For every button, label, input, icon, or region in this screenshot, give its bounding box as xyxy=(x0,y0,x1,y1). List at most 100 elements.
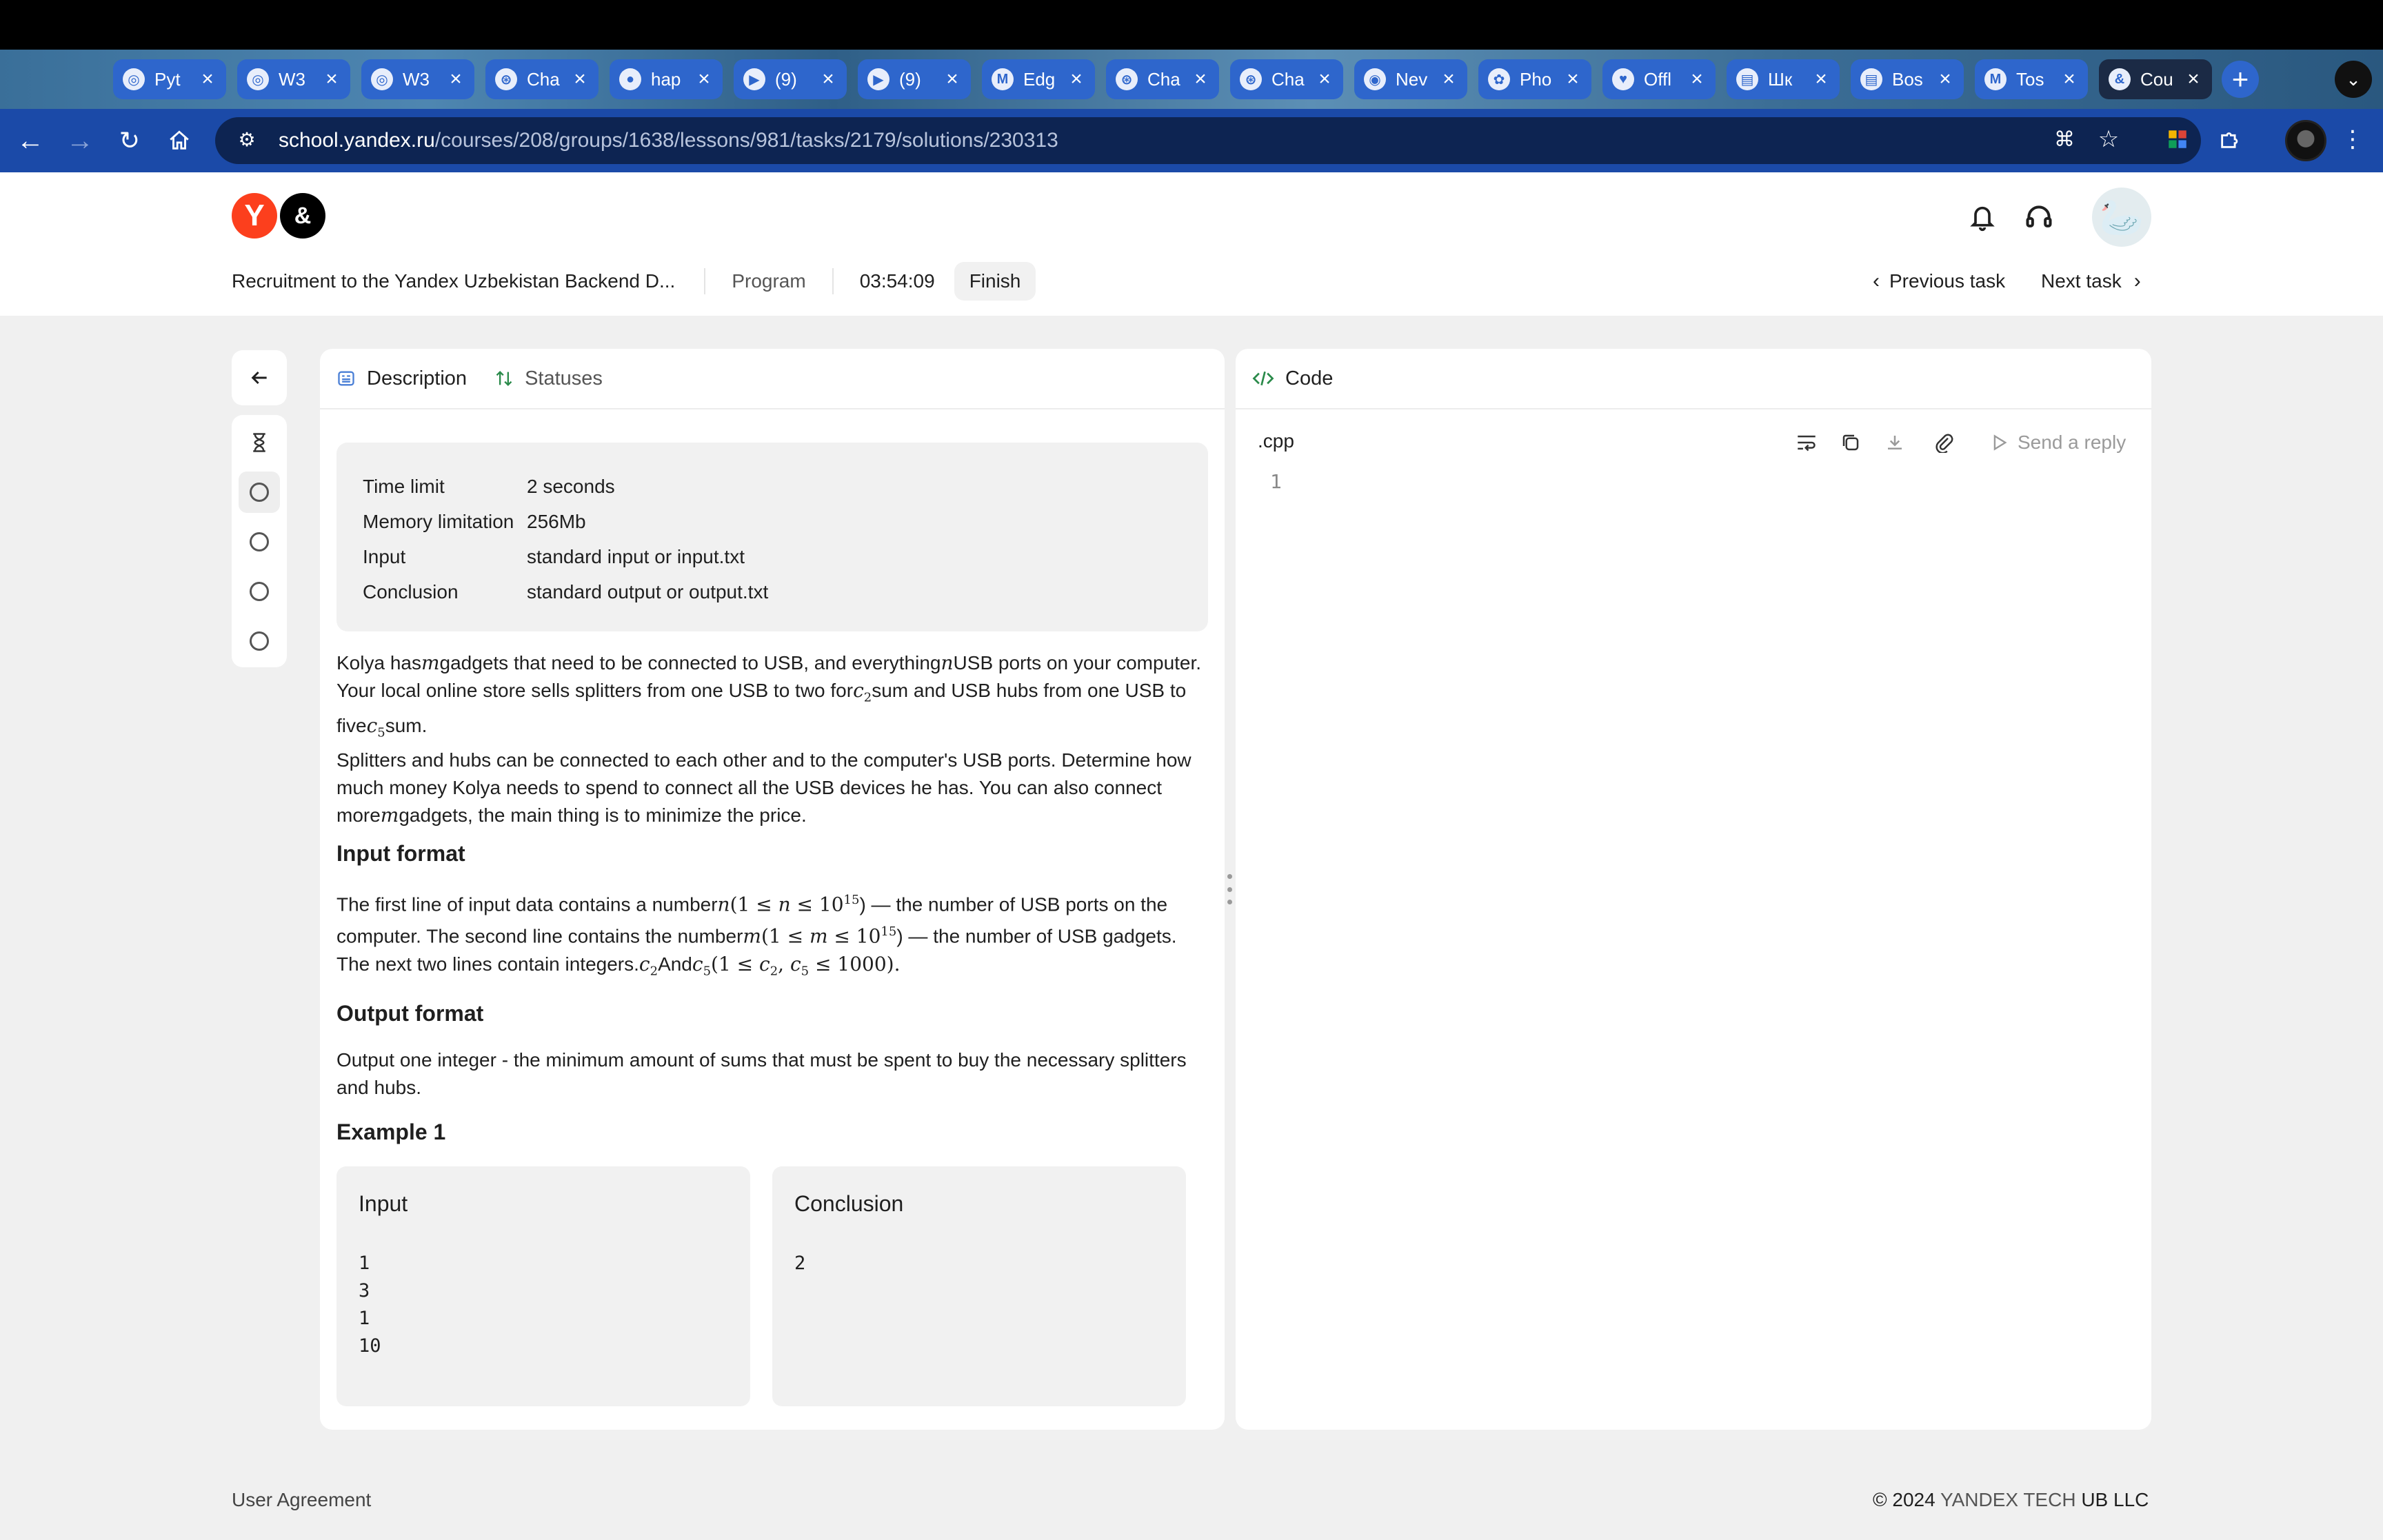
close-tab-icon[interactable]: × xyxy=(1564,68,1582,91)
course-title[interactable]: Recruitment to the Yandex Uzbekistan Bac… xyxy=(232,270,675,292)
input-format-text: The first line of input data contains a … xyxy=(336,886,1212,985)
home-icon[interactable] xyxy=(163,124,196,157)
math-var: c xyxy=(366,713,378,737)
code-panel: Code .cpp Send a reply 1 xyxy=(1236,349,2151,1430)
previous-task-button[interactable]: ‹ Previous task xyxy=(1873,262,2005,301)
browser-tab[interactable]: ● hap × xyxy=(610,59,723,99)
limit-row: Input standard input or input.txt xyxy=(363,539,1182,574)
browser-tab[interactable]: ◎ W3 × xyxy=(237,59,350,99)
bookmark-star-icon[interactable]: ☆ xyxy=(2092,123,2125,156)
browser-tab[interactable]: ▶ (9) × xyxy=(734,59,847,99)
youtube-icon: ▶ xyxy=(867,68,889,90)
browser-tab[interactable]: M Edg × xyxy=(982,59,1095,99)
notifications-bell-icon[interactable] xyxy=(1964,199,2001,236)
close-tab-icon[interactable]: × xyxy=(1936,68,1954,91)
new-tab-button[interactable]: + xyxy=(2222,61,2259,98)
task-status-1[interactable] xyxy=(239,472,280,513)
close-tab-icon[interactable]: × xyxy=(2184,68,2202,91)
profile-avatar[interactable] xyxy=(2285,120,2326,161)
math-sub: 2 xyxy=(863,690,872,705)
example-input-code[interactable]: 1 3 1 10 xyxy=(359,1250,728,1360)
browser-tab[interactable]: ◎ W3 × xyxy=(361,59,474,99)
browser-tab[interactable]: ⊛ Cha × xyxy=(1106,59,1219,99)
browser-tab[interactable]: ◉ Nev × xyxy=(1354,59,1467,99)
program-link[interactable]: Program xyxy=(732,270,805,292)
close-tab-icon[interactable]: × xyxy=(199,68,217,91)
close-tab-icon[interactable]: × xyxy=(695,68,713,91)
close-tab-icon[interactable]: × xyxy=(819,68,837,91)
close-tab-icon[interactable]: × xyxy=(1316,68,1334,91)
browser-menu-icon[interactable]: ⋮ xyxy=(2336,123,2369,156)
next-task-label: Next task xyxy=(2041,270,2122,292)
close-tab-icon[interactable]: × xyxy=(1812,68,1830,91)
word-wrap-icon[interactable] xyxy=(1793,429,1820,456)
math-var: m xyxy=(743,924,761,948)
statement-text: Kolya has xyxy=(336,652,421,673)
close-tab-icon[interactable]: × xyxy=(1192,68,1209,91)
play-icon xyxy=(1991,434,2008,452)
reload-icon[interactable]: ↻ xyxy=(113,124,146,157)
code-editor[interactable] xyxy=(1305,466,2132,1410)
browser-tab[interactable]: ▤ Шк × xyxy=(1727,59,1840,99)
user-avatar[interactable]: 🦢 xyxy=(2092,188,2151,247)
browser-tab[interactable]: ⊛ Cha × xyxy=(485,59,599,99)
statement-text: sum. xyxy=(385,714,428,736)
extensions-puzzle-icon[interactable] xyxy=(2213,123,2246,156)
close-tab-icon[interactable]: × xyxy=(323,68,341,91)
close-tab-icon[interactable]: × xyxy=(2060,68,2078,91)
browser-tab[interactable]: ♥ Offl × xyxy=(1602,59,1716,99)
send-reply-button[interactable]: Send a reply xyxy=(1991,427,2126,458)
yandex-and-logo-icon[interactable]: & xyxy=(280,193,325,239)
browser-tab[interactable]: & Cou × xyxy=(2099,59,2212,99)
site-settings-icon[interactable]: ⚙ xyxy=(234,128,259,153)
browser-tab[interactable]: ⊛ Cha × xyxy=(1230,59,1343,99)
close-tab-icon[interactable]: × xyxy=(1067,68,1085,91)
translate-icon[interactable]: ⌘ xyxy=(2048,123,2081,156)
task-status-3[interactable] xyxy=(239,571,280,612)
language-selector[interactable]: .cpp xyxy=(1258,430,1294,452)
close-tab-icon[interactable]: × xyxy=(447,68,465,91)
tab-statuses-label: Statuses xyxy=(525,367,603,389)
tab-description[interactable]: Description xyxy=(336,367,467,390)
copyright-brand[interactable]: YANDEX TECH xyxy=(1940,1489,2076,1510)
forward-icon[interactable]: → xyxy=(63,124,97,157)
next-task-button[interactable]: Next task › xyxy=(2041,262,2141,301)
attach-paperclip-icon[interactable] xyxy=(1931,429,1958,456)
send-reply-label: Send a reply xyxy=(2018,432,2126,453)
extension-icon[interactable] xyxy=(2161,123,2194,156)
task-status-4[interactable] xyxy=(239,620,280,662)
user-agreement-link[interactable]: User Agreement xyxy=(232,1489,371,1511)
tab-description-label: Description xyxy=(367,367,467,389)
yandex-logo-icon[interactable]: Y xyxy=(232,193,277,239)
gmail-icon: M xyxy=(992,68,1014,90)
close-tab-icon[interactable]: × xyxy=(1688,68,1706,91)
back-icon[interactable]: ← xyxy=(14,124,47,157)
example-input-label: Input xyxy=(359,1191,408,1216)
example-output-code[interactable]: 2 xyxy=(794,1250,1164,1277)
close-tab-icon[interactable]: × xyxy=(943,68,961,91)
support-headset-icon[interactable] xyxy=(2020,199,2058,236)
finish-button[interactable]: Finish xyxy=(954,262,1036,301)
code-brackets-icon xyxy=(1252,369,1274,388)
panel-resize-handle[interactable] xyxy=(1226,874,1233,904)
browser-tab[interactable]: ✿ Pho × xyxy=(1478,59,1591,99)
chatgpt-icon: ⊛ xyxy=(1240,68,1262,90)
code-line: 3 xyxy=(359,1280,370,1301)
copy-icon[interactable] xyxy=(1837,429,1864,456)
task-status-2[interactable] xyxy=(239,521,280,563)
back-to-tasks-button[interactable] xyxy=(232,350,287,405)
download-icon[interactable] xyxy=(1881,429,1909,456)
browser-tab[interactable]: M Tos × xyxy=(1975,59,2088,99)
browser-tab[interactable]: ◎ Pyt × xyxy=(113,59,226,99)
browser-tab[interactable]: ▶ (9) × xyxy=(858,59,971,99)
browser-tab[interactable]: ▤ Bos × xyxy=(1851,59,1964,99)
math-text: ≤ 1000). xyxy=(809,952,901,975)
hourglass-icon[interactable] xyxy=(239,422,280,463)
close-tab-icon[interactable]: × xyxy=(571,68,589,91)
tab-search-button[interactable]: ⌄ xyxy=(2335,61,2372,98)
code-title: Code xyxy=(1285,367,1334,389)
math-text: (1 ≤ xyxy=(761,924,810,948)
close-tab-icon[interactable]: × xyxy=(1440,68,1458,91)
tab-statuses[interactable]: Statuses xyxy=(494,367,603,390)
address-bar[interactable]: ⚙ school.yandex.ru/courses/208/groups/16… xyxy=(215,117,2201,164)
